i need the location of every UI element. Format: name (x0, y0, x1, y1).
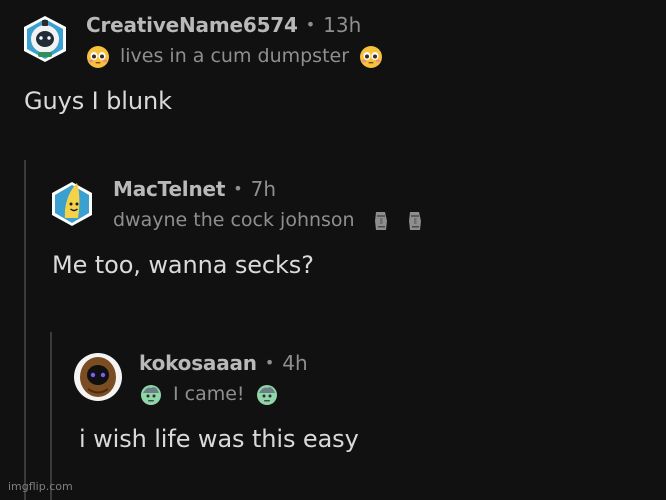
zombie-icon (139, 383, 163, 407)
comment-meta: MacTelnet • 7h dwayne the cock johnson (113, 178, 427, 233)
comment-meta: kokosaaan • 4h I came! (139, 352, 308, 407)
comment-body: Guys I blunk (24, 87, 172, 115)
avatar[interactable] (73, 352, 123, 402)
flushed-face-icon (86, 45, 110, 69)
separator-dot: • (305, 15, 316, 35)
comment-thread: CreativeName6574 • 13h lives in a cum du… (0, 0, 666, 500)
moai-pair (369, 209, 427, 233)
separator-dot: • (264, 353, 275, 373)
flair-text: I came! (173, 383, 245, 406)
astronaut-avatar-icon (24, 16, 66, 62)
banana-avatar-icon (52, 182, 92, 226)
timestamp[interactable]: 13h (323, 14, 361, 37)
name-row: MacTelnet • 7h (113, 178, 427, 201)
user-flair: dwayne the cock johnson (113, 209, 427, 233)
timestamp[interactable]: 4h (282, 352, 307, 375)
separator-dot: • (233, 179, 243, 199)
moai-icon (403, 209, 427, 233)
username[interactable]: MacTelnet (113, 178, 225, 201)
comment-body: i wish life was this easy (79, 425, 359, 453)
username[interactable]: kokosaaan (139, 352, 257, 375)
comment-1: CreativeName6574 • 13h lives in a cum du… (20, 14, 383, 115)
avatar[interactable] (47, 178, 97, 228)
user-flair: I came! (139, 383, 308, 407)
watermark: imgflip.com (8, 480, 73, 493)
zombie-icon (255, 383, 279, 407)
comment-header: CreativeName6574 • 13h lives in a cum du… (20, 14, 383, 69)
comment-header: MacTelnet • 7h dwayne the cock johnson (47, 178, 427, 233)
comment-3: kokosaaan • 4h I came! i wish life was t… (73, 352, 359, 453)
name-row: CreativeName6574 • 13h (86, 14, 383, 37)
username[interactable]: CreativeName6574 (86, 14, 298, 37)
comment-2: MacTelnet • 7h dwayne the cock johnson M… (47, 178, 427, 279)
hooded-character-avatar-icon (74, 353, 122, 401)
flair-text: dwayne the cock johnson (113, 209, 355, 232)
flair-text: lives in a cum dumpster (120, 45, 350, 68)
thread-line-level-2[interactable] (50, 332, 52, 500)
name-row: kokosaaan • 4h (139, 352, 308, 375)
comment-body: Me too, wanna secks? (52, 251, 314, 279)
avatar[interactable] (20, 14, 70, 64)
moai-icon (369, 209, 393, 233)
user-flair: lives in a cum dumpster (86, 45, 383, 69)
comment-header: kokosaaan • 4h I came! (73, 352, 359, 407)
timestamp[interactable]: 7h (251, 178, 276, 201)
flushed-face-icon (359, 45, 383, 69)
thread-line-level-1[interactable] (24, 160, 26, 500)
comment-meta: CreativeName6574 • 13h lives in a cum du… (86, 14, 383, 69)
